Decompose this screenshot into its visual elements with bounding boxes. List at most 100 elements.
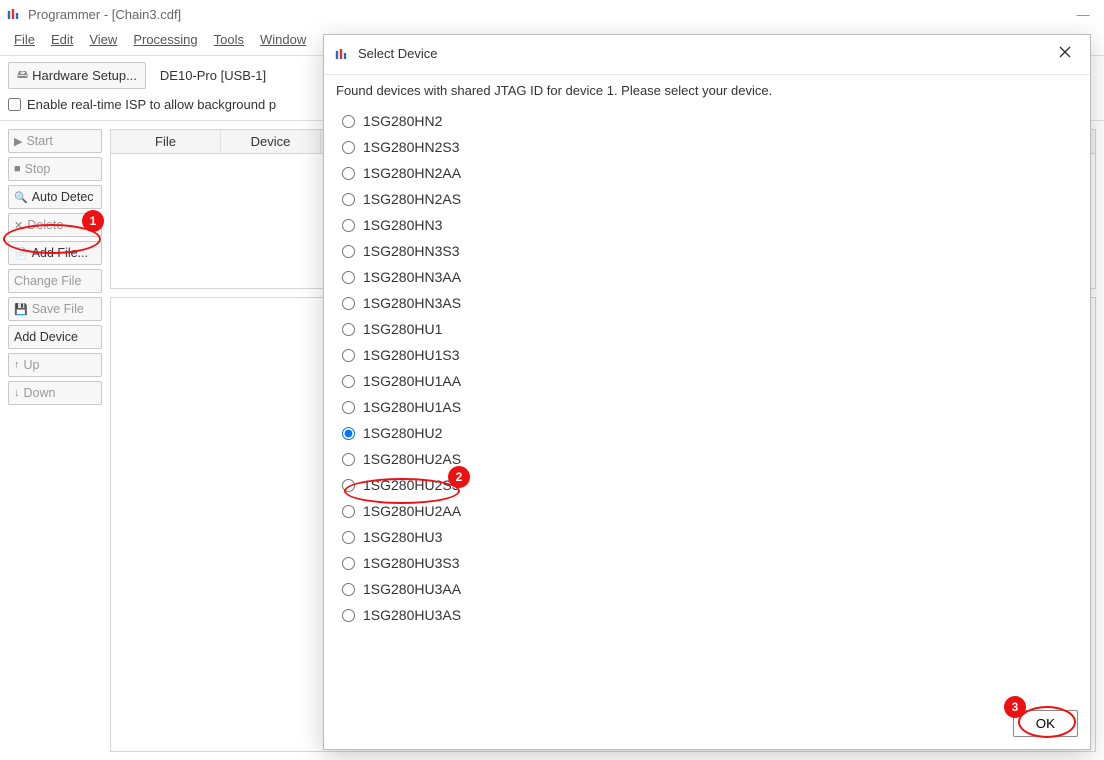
device-option[interactable]: 1SG280HU1AS xyxy=(340,394,1062,420)
add-device-button[interactable]: Add Device xyxy=(8,325,102,349)
window-title: Programmer - [Chain3.cdf] xyxy=(28,7,181,22)
device-option[interactable]: 1SG280HU2AS xyxy=(340,446,1062,472)
dialog-titlebar: Select Device xyxy=(324,35,1090,75)
device-label: 1SG280HN3AA xyxy=(363,269,461,285)
play-icon: ▶ xyxy=(14,135,22,148)
detect-icon: 🔍 xyxy=(14,191,28,204)
device-radio[interactable] xyxy=(342,531,355,544)
add-file-icon: 📄 xyxy=(14,247,28,260)
delete-button[interactable]: ✕Delete xyxy=(8,213,102,237)
menu-processing[interactable]: Processing xyxy=(127,30,203,49)
stop-button[interactable]: ■Stop xyxy=(8,157,102,181)
dialog-title: Select Device xyxy=(358,46,437,61)
device-label: 1SG280HU1AS xyxy=(363,399,461,415)
device-option[interactable]: 1SG280HN2AS xyxy=(340,186,1062,212)
add-file-button[interactable]: 📄Add File... xyxy=(8,241,102,265)
device-option[interactable]: 1SG280HN3AA xyxy=(340,264,1062,290)
window-titlebar: Programmer - [Chain3.cdf] — xyxy=(0,0,1104,28)
device-radio[interactable] xyxy=(342,245,355,258)
device-option[interactable]: 1SG280HU1 xyxy=(340,316,1062,342)
device-label: 1SG280HU1AA xyxy=(363,373,461,389)
device-list: 1SG280HN2 1SG280HN2S3 1SG280HN2AA 1SG280HN2… xyxy=(340,108,1082,702)
device-radio[interactable] xyxy=(342,557,355,570)
device-radio[interactable] xyxy=(342,271,355,284)
window-controls: — xyxy=(1068,7,1098,22)
menu-edit[interactable]: Edit xyxy=(45,30,79,49)
device-option[interactable]: 1SG280HU3AA xyxy=(340,576,1062,602)
device-option[interactable]: 1SG280HU1S3 xyxy=(340,342,1062,368)
device-option[interactable]: 1SG280HU3AS xyxy=(340,602,1062,628)
device-radio[interactable] xyxy=(342,323,355,336)
device-label: 1SG280HU1 xyxy=(363,321,442,337)
stop-icon: ■ xyxy=(14,163,21,175)
auto-detect-button[interactable]: 🔍Auto Detec xyxy=(8,185,102,209)
device-label: 1SG280HN2 xyxy=(363,113,442,129)
device-radio[interactable] xyxy=(342,609,355,622)
device-label: 1SG280HU3AS xyxy=(363,607,461,623)
device-radio[interactable] xyxy=(342,479,355,492)
device-option[interactable]: 1SG280HU2AA xyxy=(340,498,1062,524)
device-option[interactable]: 1SG280HN3S3 xyxy=(340,238,1062,264)
side-button-column: ▶Start ■Stop 🔍Auto Detec ✕Delete 📄Add Fi… xyxy=(8,129,102,752)
device-option[interactable]: 1SG280HN2S3 xyxy=(340,134,1062,160)
device-label: 1SG280HN3S3 xyxy=(363,243,460,259)
minimize-button[interactable]: — xyxy=(1068,7,1098,22)
device-radio[interactable] xyxy=(342,349,355,362)
device-list-scroll[interactable]: 1SG280HN2 1SG280HN2S3 1SG280HN2AA 1SG280HN2… xyxy=(340,108,1068,628)
device-radio[interactable] xyxy=(342,427,355,440)
device-radio[interactable] xyxy=(342,505,355,518)
device-option[interactable]: 1SG280HU3S3 xyxy=(340,550,1062,576)
start-button[interactable]: ▶Start xyxy=(8,129,102,153)
device-option[interactable]: 1SG280HN2AA xyxy=(340,160,1062,186)
hardware-icon: 🖴 xyxy=(17,66,28,85)
device-label: 1SG280HU2 xyxy=(363,425,442,441)
hardware-readout: DE10-Pro [USB-1] xyxy=(152,65,274,86)
menu-tools[interactable]: Tools xyxy=(208,30,250,49)
device-label: 1SG280HN2AS xyxy=(363,191,461,207)
col-device: Device xyxy=(221,130,321,153)
device-option[interactable]: 1SG280HN3 xyxy=(340,212,1062,238)
menu-file[interactable]: File xyxy=(8,30,41,49)
device-option[interactable]: 1SG280HU2 xyxy=(340,420,1062,446)
device-radio[interactable] xyxy=(342,141,355,154)
device-radio[interactable] xyxy=(342,167,355,180)
device-radio[interactable] xyxy=(342,297,355,310)
device-radio[interactable] xyxy=(342,219,355,232)
save-icon: 💾 xyxy=(14,303,28,316)
device-label: 1SG280HU2AA xyxy=(363,503,461,519)
save-file-button[interactable]: 💾Save File xyxy=(8,297,102,321)
device-option[interactable]: 1SG280HU1AA xyxy=(340,368,1062,394)
device-option[interactable]: 1SG280HU3 xyxy=(340,524,1062,550)
device-label: 1SG280HN2S3 xyxy=(363,139,460,155)
menu-window[interactable]: Window xyxy=(254,30,312,49)
device-option[interactable]: 1SG280HU2S3 xyxy=(340,472,1062,498)
device-label: 1SG280HN3 xyxy=(363,217,442,233)
menu-view[interactable]: View xyxy=(83,30,123,49)
enable-isp-checkbox[interactable] xyxy=(8,98,21,111)
down-button[interactable]: ↓Down xyxy=(8,381,102,405)
close-icon xyxy=(1058,45,1072,59)
dialog-footer: OK xyxy=(324,702,1090,749)
device-option[interactable]: 1SG280HN2 xyxy=(340,108,1062,134)
device-radio[interactable] xyxy=(342,583,355,596)
select-device-dialog: Select Device Found devices with shared … xyxy=(323,34,1091,750)
delete-icon: ✕ xyxy=(14,219,23,232)
dialog-close-button[interactable] xyxy=(1052,43,1078,64)
device-label: 1SG280HU3S3 xyxy=(363,555,460,571)
change-file-button[interactable]: Change File xyxy=(8,269,102,293)
device-label: 1SG280HU3 xyxy=(363,529,442,545)
dialog-app-icon xyxy=(334,46,350,62)
up-button[interactable]: ↑Up xyxy=(8,353,102,377)
hardware-setup-button[interactable]: 🖴 Hardware Setup... xyxy=(8,62,146,89)
arrow-down-icon: ↓ xyxy=(14,387,20,399)
device-radio[interactable] xyxy=(342,193,355,206)
arrow-up-icon: ↑ xyxy=(14,359,20,371)
device-label: 1SG280HU2AS xyxy=(363,451,461,467)
ok-button[interactable]: OK xyxy=(1013,710,1078,737)
device-radio[interactable] xyxy=(342,115,355,128)
device-option[interactable]: 1SG280HN3AS xyxy=(340,290,1062,316)
hardware-setup-label: Hardware Setup... xyxy=(32,68,137,83)
device-radio[interactable] xyxy=(342,453,355,466)
device-radio[interactable] xyxy=(342,401,355,414)
device-radio[interactable] xyxy=(342,375,355,388)
